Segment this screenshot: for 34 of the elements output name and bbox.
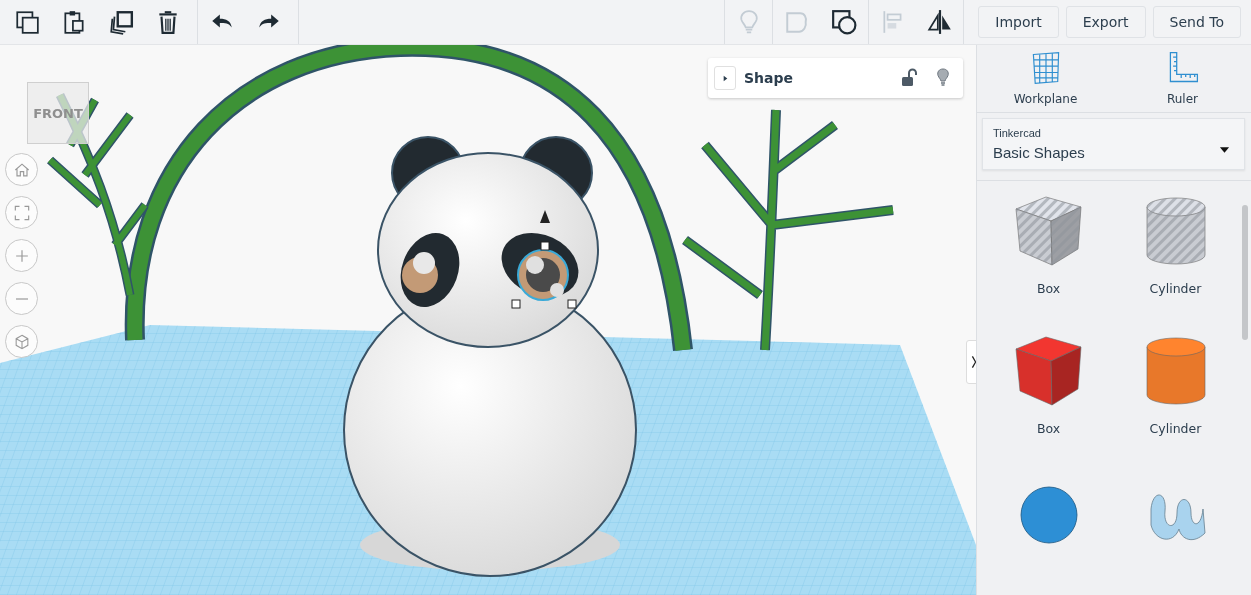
ruler-tool-button[interactable]: Ruler (1114, 45, 1251, 112)
cylinder-icon[interactable] (1146, 337, 1205, 405)
unlock-icon[interactable] (899, 68, 919, 88)
group-icon (783, 9, 810, 35)
action-button[interactable]: Send To (1152, 6, 1241, 38)
action-button[interactable]: Import (978, 6, 1059, 38)
zoom-out-icon (15, 297, 28, 300)
duplicate-icon (107, 9, 134, 35)
hole-cylinder-icon[interactable] (1146, 197, 1205, 265)
sphere-icon[interactable] (1020, 486, 1077, 544)
shape-label: Box (1036, 281, 1061, 296)
chevron-right-icon (970, 353, 976, 371)
scribble-icon[interactable] (1150, 494, 1205, 541)
caret-icon (1219, 145, 1230, 154)
home-view-button[interactable] (5, 153, 38, 186)
perspective-view-button[interactable] (5, 325, 38, 358)
workplane-tool-button[interactable]: Workplane (977, 45, 1114, 112)
box-icon[interactable] (1015, 336, 1081, 406)
dropdown-caption: Tinkercad (993, 126, 1041, 139)
action-button[interactable]: Export (1065, 6, 1146, 38)
panel-title: Shape (744, 70, 794, 86)
shapes-icon (831, 9, 858, 35)
expand-button[interactable] (714, 66, 736, 90)
zoom-out-view-button[interactable] (5, 282, 38, 315)
copy-icon (13, 9, 40, 35)
shape-label: Box (1036, 421, 1061, 436)
mirror-icon (926, 9, 953, 35)
fit-view-button[interactable] (5, 196, 38, 229)
dropdown-value: Basic Shapes (993, 143, 1085, 161)
hole-box-icon[interactable] (1015, 196, 1081, 266)
shape-label: Cylinder (1149, 281, 1202, 296)
scrollbar[interactable] (1242, 205, 1248, 340)
shape-label: Cylinder (1149, 421, 1202, 436)
shape-library-dropdown[interactable]: Tinkercad Basic Shapes (982, 117, 1245, 170)
